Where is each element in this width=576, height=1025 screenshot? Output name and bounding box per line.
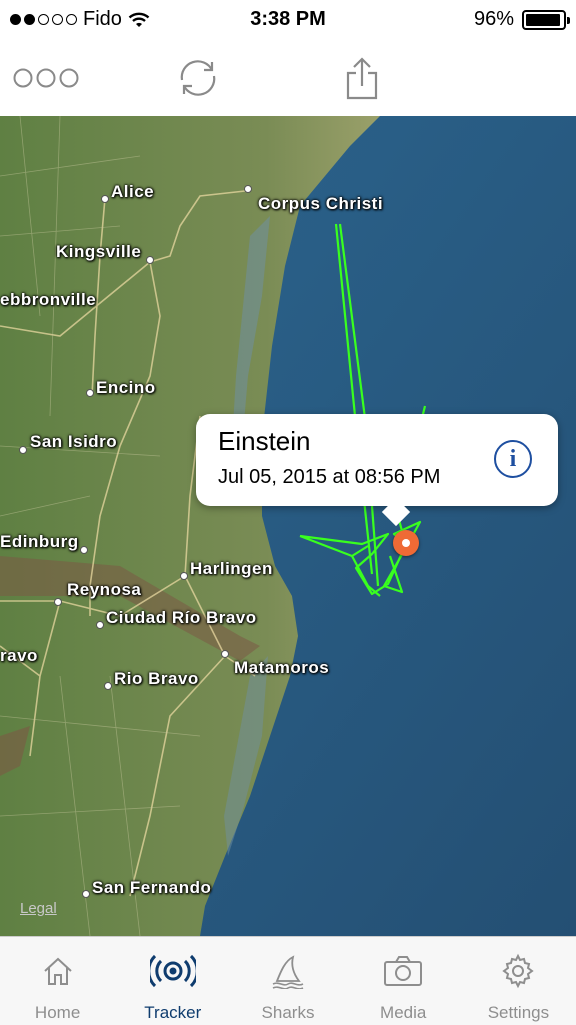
battery-percent: 96% [473,8,514,30]
shark-location-pin[interactable] [393,530,419,556]
place-dot [19,446,27,454]
place-label-alice[interactable]: Alice [111,182,154,202]
tab-label: Home [34,1003,81,1022]
place-dot [101,195,109,203]
place-label-matamoros[interactable]: Matamoros [234,658,329,678]
tab-home[interactable]: Home [0,937,115,1025]
more-icon [13,68,79,88]
pin-callout[interactable]: Einstein Jul 05, 2015 at 08:56 PM i [196,414,558,527]
place-dot [96,621,104,629]
place-label-reynosa[interactable]: Reynosa [67,580,141,600]
share-icon [346,57,378,100]
tab-tracker[interactable]: Tracker [115,937,230,1025]
place-dot [80,546,88,554]
top-toolbar [0,40,576,116]
refresh-button[interactable] [172,54,224,102]
info-icon[interactable]: i [494,440,532,478]
place-label-rio-bravo[interactable]: Rio Bravo [114,669,199,689]
place-label-encino[interactable]: Encino [96,378,156,398]
place-dot [82,890,90,898]
place-label-corpus-christi[interactable]: Corpus Christi [258,194,383,214]
place-label-san-fernando[interactable]: San Fernando [92,878,211,898]
map-background [0,116,576,936]
place-dot [244,185,252,193]
status-bar: Fido 3:38 PM 96% [0,0,576,40]
gear-icon [502,953,535,989]
place-label-hebbronville[interactable]: ebbronville [0,290,96,310]
place-label-bravo[interactable]: ravo [0,646,38,666]
place-label-kingsville[interactable]: Kingsville [56,242,141,262]
place-label-ciudad-rio-bravo[interactable]: Ciudad Río Bravo [106,608,257,628]
place-dot [146,256,154,264]
camera-icon [384,956,423,986]
tab-label: Settings [487,1003,550,1022]
refresh-icon [180,60,216,96]
place-dot [104,682,112,690]
home-icon [43,957,72,985]
place-label-harlingen[interactable]: Harlingen [190,559,273,579]
shark-name: Einstein [218,426,311,456]
place-label-edinburg[interactable]: Edinburg [0,532,79,552]
tab-bar: Home Tracker Sharks Media Settings [0,936,576,1025]
more-button[interactable] [12,54,80,102]
legal-link[interactable]: Legal [20,900,57,917]
tab-sharks[interactable]: Sharks [230,937,345,1025]
tab-media[interactable]: Media [346,937,461,1025]
tab-label: Tracker [144,1003,202,1022]
tab-settings[interactable]: Settings [461,937,576,1025]
place-dot [221,650,229,658]
shark-fin-icon [272,955,304,989]
satellite-map[interactable]: Corpus Christi Alice Kingsville ebbronvi… [0,116,576,936]
battery-status: 96% [473,8,570,31]
share-button[interactable] [340,54,384,102]
battery-icon [522,9,570,30]
tab-label: Media [380,1003,427,1022]
tracker-icon [149,954,196,988]
tab-label: Sharks [261,1003,315,1022]
ping-date: Jul 05, 2015 at 08:56 PM [218,466,441,488]
place-dot [86,389,94,397]
place-dot [54,598,62,606]
place-label-san-isidro[interactable]: San Isidro [30,432,117,452]
place-dot [180,572,188,580]
